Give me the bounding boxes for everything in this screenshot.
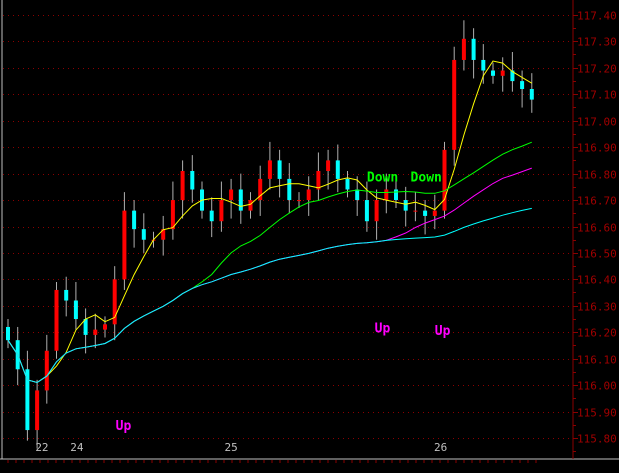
signal-label-up: Up [375, 321, 391, 336]
price-chart: 117.40 117.30 117.20 117.10 117.00 116.90 116.… [0, 0, 619, 463]
candle-body [500, 70, 505, 76]
y-tick-label: 116.90 [577, 142, 617, 155]
candle-body [248, 200, 253, 211]
signal-label-up: Up [435, 324, 451, 339]
y-tick-label: 116.30 [577, 301, 617, 314]
candle-body [355, 189, 360, 201]
ma-80-line [7, 207, 532, 384]
candle-body [326, 160, 331, 171]
signal-label-down: Down [367, 171, 398, 186]
y-tick-label: 117.30 [577, 36, 617, 49]
candle-body [229, 189, 234, 201]
candle-body [316, 170, 321, 190]
candle-body [170, 200, 175, 230]
candle-body [209, 210, 214, 222]
candle-body [345, 178, 350, 190]
candle-body [384, 189, 389, 201]
y-tick-label: 116.10 [577, 354, 617, 367]
candle-body [64, 289, 69, 301]
y-tick-label: 116.70 [577, 195, 617, 208]
y-tick-label: 117.40 [577, 10, 617, 23]
candle-body [103, 324, 107, 330]
candle-body [374, 200, 379, 222]
candle-body [287, 178, 292, 201]
y-tick-label: 116.80 [577, 169, 617, 182]
y-tick-label: 116.60 [577, 222, 617, 235]
candle-body [423, 210, 428, 216]
y-tick-label: 116.50 [577, 248, 617, 261]
y-tick-label: 117.00 [577, 116, 617, 129]
y-tick-label: 116.40 [577, 274, 617, 287]
candle-body [471, 38, 476, 60]
y-tick-label: 115.90 [577, 407, 617, 420]
candle-body [25, 369, 30, 431]
candle-body [219, 200, 224, 222]
candle-body [54, 289, 59, 351]
candle-body [413, 210, 418, 212]
candle-body [403, 200, 408, 211]
y-tick-label: 116.00 [577, 380, 617, 393]
candle-body [491, 70, 495, 76]
signal-label-down: Down [411, 171, 442, 186]
candle-body [432, 210, 437, 216]
y-tick-label: 115.80 [577, 433, 617, 446]
candle-body [394, 189, 398, 201]
candle-body [6, 326, 10, 341]
candle-body [190, 170, 195, 190]
candle-body [529, 89, 534, 100]
candle-body [180, 170, 185, 201]
y-tick-label: 117.10 [577, 89, 617, 102]
y-tick-label: 117.20 [577, 63, 617, 76]
candle-body [335, 160, 340, 179]
candle-body [141, 229, 146, 240]
candle-body [461, 38, 466, 60]
candle-body [83, 319, 88, 335]
candle-body [132, 210, 137, 230]
candle-body [238, 189, 243, 211]
candle-body [73, 300, 78, 320]
x-tick-label: 24 [70, 441, 84, 454]
candle-body [277, 160, 282, 179]
candle-body [44, 350, 49, 391]
x-tick-label: 26 [434, 441, 447, 454]
candle-body [267, 160, 272, 179]
candle-body [481, 59, 486, 71]
candle-body [306, 189, 311, 201]
candle-body [520, 81, 525, 90]
candle-body [297, 200, 301, 202]
x-tick-label: 25 [224, 441, 237, 454]
candle-body [35, 390, 40, 431]
candle-body [122, 210, 127, 280]
candle-body [364, 200, 369, 222]
signal-label-up: Up [116, 419, 132, 434]
y-tick-label: 116.20 [577, 327, 617, 340]
candle-body [93, 329, 98, 335]
candle-body [452, 59, 457, 150]
